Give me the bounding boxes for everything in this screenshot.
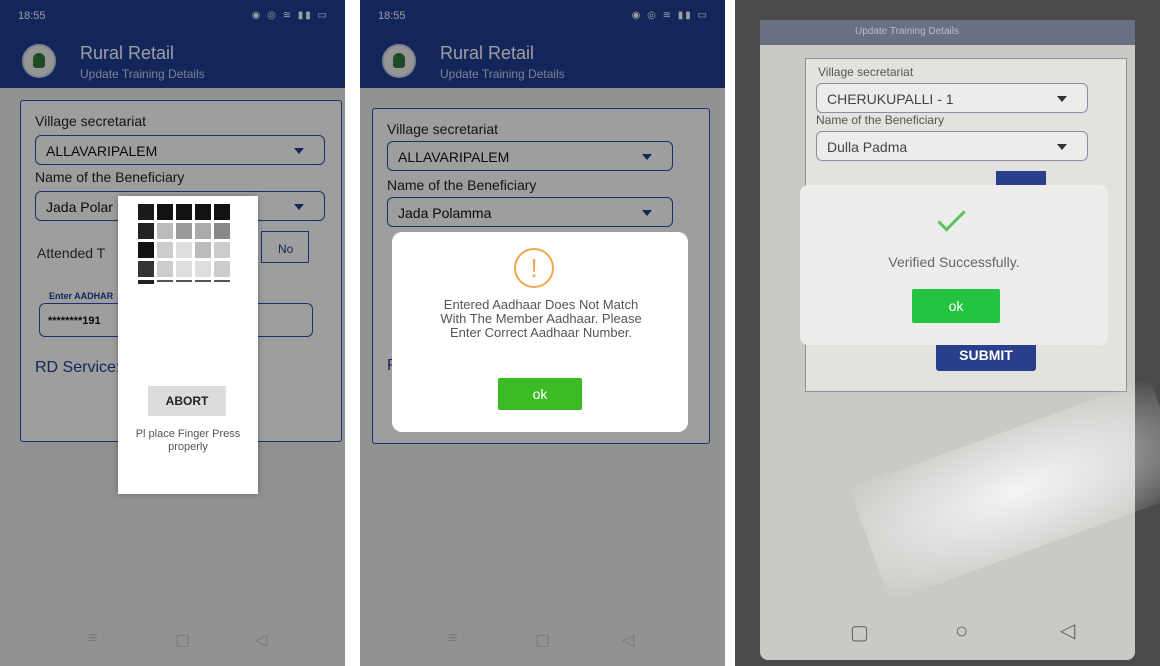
home-icon[interactable]: ▢ (535, 630, 550, 650)
photo-verified-success: Update Training Details Village secretar… (735, 0, 1160, 666)
finger-hint: Pl place Finger Press properly (135, 428, 241, 453)
home-icon[interactable]: ▢ (850, 620, 869, 645)
app-bar: Update Training Details (760, 20, 1135, 45)
menu-icon[interactable]: ≡ (88, 630, 97, 648)
nav-bar: ▢ ○ ◁ (760, 600, 1135, 660)
village-label: Village secretariat (818, 65, 914, 79)
beneficiary-label: Name of the Beneficiary (816, 113, 945, 127)
beneficiary-dropdown[interactable]: Dulla Padma (816, 131, 1088, 161)
chevron-down-icon (1057, 144, 1067, 150)
menu-icon[interactable]: ≡ (448, 630, 457, 648)
success-message: Verified Successfully. (888, 254, 1020, 270)
chevron-down-icon (1057, 96, 1067, 102)
screenshot-fingerprint-scan: 18:55 ◉ ◎ ≋ ▮▮ ▭ Rural Retail Update Tra… (0, 0, 345, 666)
fingerprint-scanner-dialog: ABORT Pl place Finger Press properly (118, 196, 258, 494)
abort-button[interactable]: ABORT (148, 386, 226, 416)
screen-glare (849, 378, 1160, 602)
warning-icon: ! (514, 248, 554, 288)
phone-screen: Update Training Details Village secretar… (760, 20, 1160, 660)
screenshot-aadhaar-mismatch: 18:55 ◉ ◎ ≋ ▮▮ ▭ Rural Retail Update Tra… (360, 0, 725, 666)
app-subtitle: Update Training Details (855, 26, 959, 37)
check-icon (937, 203, 966, 232)
village-dropdown[interactable]: CHERUKUPALLI - 1 (816, 83, 1088, 113)
back-icon[interactable]: ◁ (1060, 618, 1075, 643)
back-icon[interactable]: ◁ (622, 630, 634, 650)
nav-bar: ≡ ▢ ◁ (360, 616, 725, 666)
success-dialog: Verified Successfully. ok (800, 185, 1108, 345)
village-value: CHERUKUPALLI - 1 (827, 91, 954, 107)
beneficiary-value: Dulla Padma (827, 139, 908, 155)
home-icon[interactable]: ▢ (175, 630, 190, 650)
nav-bar: ≡ ▢ ◁ (0, 616, 345, 666)
back-icon[interactable]: ◁ (255, 630, 267, 650)
error-message: Entered Aadhaar Does Not Match With The … (440, 297, 642, 340)
circle-icon[interactable]: ○ (955, 618, 968, 644)
error-dialog: ! Entered Aadhaar Does Not Match With Th… (392, 232, 688, 432)
fingerprint-preview-icon (138, 204, 230, 294)
ok-button[interactable]: ok (912, 289, 1000, 323)
ok-button[interactable]: ok (498, 378, 582, 410)
